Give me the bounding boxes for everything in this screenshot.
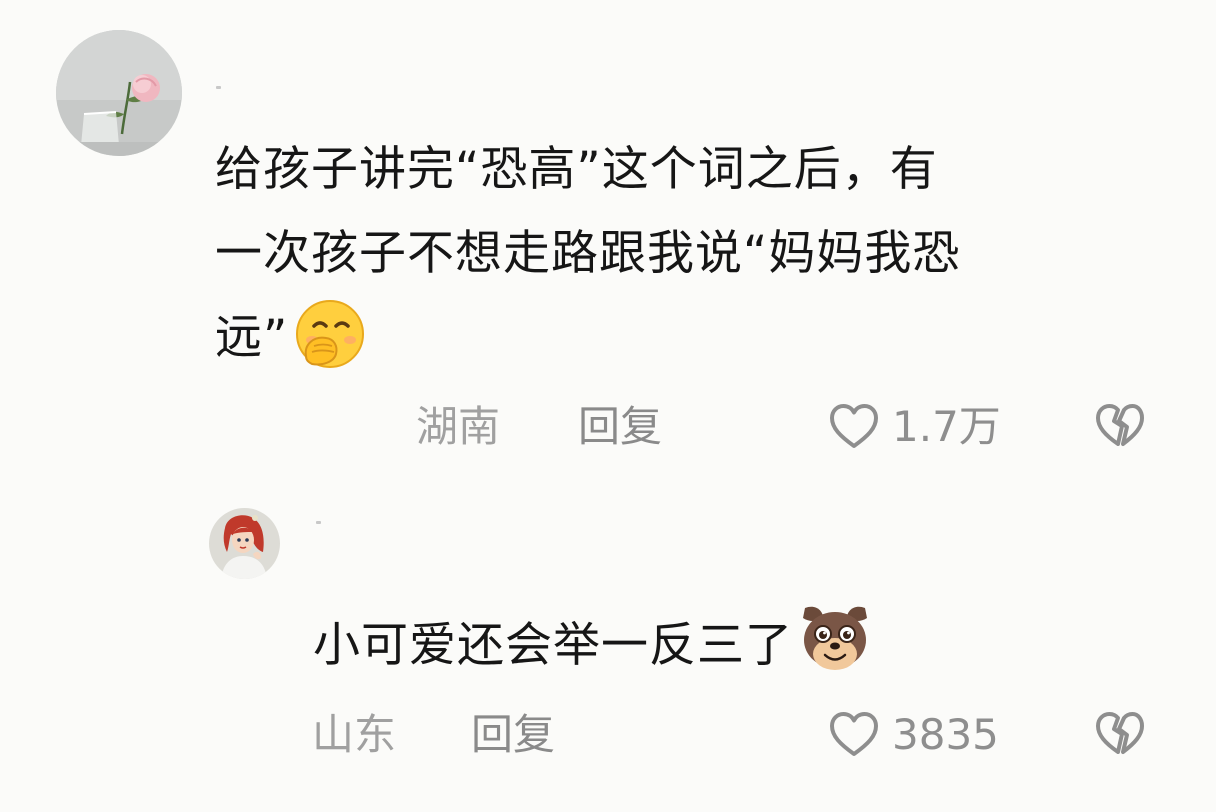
username-placeholder[interactable] [216, 86, 221, 89]
comment-meta: 湖南 回复 1.7万 [0, 397, 1216, 457]
comment-meta: 山东 回复 3835 [0, 705, 1216, 765]
hand-over-mouth-emoji-icon [292, 296, 368, 372]
broken-heart-icon[interactable] [1092, 399, 1148, 455]
comment-text-line: 小可爱还会举一反三了 [313, 618, 793, 673]
comment-text-line: 一次孩子不想走路跟我说“妈妈我恐 [215, 226, 961, 281]
like-count: 3835 [892, 710, 999, 759]
location-label: 山东 [312, 710, 397, 759]
comment-text: 小可爱还会举一反三了 [313, 606, 873, 676]
heart-icon[interactable] [826, 399, 882, 455]
location-label: 湖南 [416, 402, 501, 451]
dog-face-emoji-icon [797, 600, 873, 676]
rose-in-vase-avatar-icon [56, 30, 182, 156]
reply-button[interactable]: 回复 [471, 705, 555, 765]
reply-button[interactable]: 回复 [578, 397, 662, 457]
user-avatar[interactable] [209, 508, 280, 579]
username-placeholder[interactable] [316, 521, 321, 524]
like-count: 1.7万 [892, 402, 1001, 451]
user-avatar[interactable] [56, 30, 182, 156]
cartoon-princess-avatar-icon [209, 508, 280, 579]
heart-icon[interactable] [826, 707, 882, 763]
comment-text-fragment: 远” [215, 310, 289, 365]
comment-text-line: 给孩子讲完“恐高”这个词之后，有 [215, 142, 938, 197]
comment-text-line: 远” [215, 298, 368, 372]
broken-heart-icon[interactable] [1092, 707, 1148, 763]
